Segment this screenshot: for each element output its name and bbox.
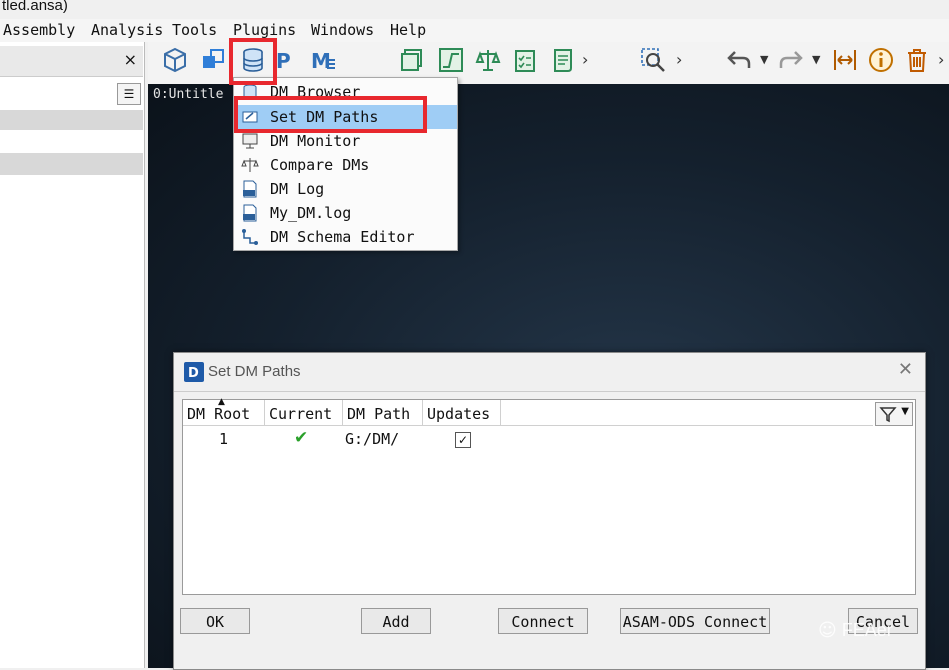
menu-item-dm-browser[interactable]: DM Browser	[234, 80, 457, 104]
dm-m-icon[interactable]: M	[308, 44, 338, 76]
windows-icon[interactable]	[198, 44, 228, 76]
schema-editor-icon	[242, 229, 258, 245]
menu-tools[interactable]: Tools	[172, 21, 217, 39]
menu-windows[interactable]: Windows	[311, 21, 374, 39]
svg-text:P: P	[276, 49, 291, 73]
database-icon[interactable]	[238, 44, 268, 76]
menu-item-label: DM Browser	[270, 83, 361, 101]
log-file-icon	[243, 204, 257, 222]
menu-help[interactable]: Help	[390, 21, 426, 39]
dm-p-icon[interactable]: P	[272, 44, 302, 76]
panel-options-icon[interactable]: ☰	[117, 83, 141, 105]
redo-icon[interactable]	[776, 44, 806, 76]
cell-dm-path: G:/DM/	[345, 430, 400, 448]
window-title: tled.ansa)	[2, 0, 68, 14]
updates-checkbox[interactable]: ✓	[455, 432, 471, 448]
stack-icon[interactable]	[398, 44, 428, 76]
model-label-text: 0:Untitle	[153, 87, 224, 102]
wechat-icon: ☺	[818, 620, 837, 641]
column-header-filler	[501, 400, 873, 426]
connect-button[interactable]: Connect	[498, 608, 588, 634]
menu-item-dm-monitor[interactable]: DM Monitor	[234, 129, 457, 153]
menu-assembly[interactable]: Assembly	[3, 21, 75, 39]
fit-width-icon[interactable]	[830, 44, 860, 76]
add-button[interactable]: Add	[361, 608, 431, 634]
scale-icon	[241, 158, 259, 172]
menu-item-label: My_DM.log	[270, 204, 352, 222]
scale-icon[interactable]	[473, 44, 503, 76]
menu-bar: Assembly Analysis Tools Plugins Windows …	[0, 19, 949, 42]
chevron-down-icon: ▼	[901, 406, 909, 417]
menu-item-my-dm-log[interactable]: My_DM.log	[234, 201, 457, 225]
left-panel-header: ×	[0, 46, 143, 77]
menu-item-label: DM Schema Editor	[270, 228, 415, 246]
clipboard-icon[interactable]	[510, 44, 540, 76]
monitor-icon	[242, 133, 258, 149]
zoom-select-icon[interactable]	[638, 44, 668, 76]
filter-icon	[879, 407, 897, 423]
check-icon: ✔	[294, 428, 309, 448]
close-icon[interactable]: ✕	[898, 359, 913, 380]
app-logo-icon: D	[184, 362, 204, 382]
undo-icon[interactable]	[724, 44, 754, 76]
cube-icon[interactable]	[160, 44, 190, 76]
menu-item-label: DM Log	[270, 180, 325, 198]
filter-button[interactable]: ▼	[875, 402, 913, 426]
trash-icon[interactable]	[902, 44, 932, 76]
column-header-current[interactable]: Current	[265, 400, 343, 426]
menu-item-label: Set DM Paths	[270, 108, 379, 126]
menu-item-dm-log[interactable]: DM Log	[234, 177, 457, 201]
info-icon[interactable]	[866, 44, 896, 76]
ok-button[interactable]: OK	[180, 608, 250, 634]
menu-item-label: Compare DMs	[270, 156, 370, 174]
left-panel	[0, 42, 145, 668]
cell-dm-root: 1	[219, 430, 229, 448]
log-file-icon	[243, 180, 257, 198]
dm-dropdown-menu: DM Browser Set DM Paths DM Monitor Compa…	[233, 77, 458, 251]
chevron-right-icon[interactable]: ›	[582, 50, 588, 69]
set-dm-paths-dialog: D Set DM Paths ✕ DM Root ▲ Current DM Pa…	[173, 352, 926, 670]
menu-item-set-dm-paths[interactable]: Set DM Paths	[234, 105, 457, 129]
svg-text:D: D	[188, 366, 199, 381]
curve-icon[interactable]	[436, 44, 466, 76]
asam-ods-connect-button[interactable]: ASAM-ODS Connect	[620, 608, 770, 634]
column-header-updates[interactable]: Updates	[423, 400, 501, 426]
menu-item-dm-schema-editor[interactable]: DM Schema Editor	[234, 225, 457, 249]
divider	[174, 391, 925, 392]
menu-analysis[interactable]: Analysis	[91, 21, 163, 39]
left-panel-row[interactable]	[0, 110, 143, 130]
column-header-dm-path[interactable]: DM Path	[343, 400, 423, 426]
close-icon[interactable]: ×	[124, 50, 137, 69]
chevron-right-icon[interactable]: ›	[938, 50, 944, 69]
watermark: ☺ FEAer	[818, 620, 893, 641]
database-icon	[243, 84, 257, 100]
set-paths-icon	[242, 111, 258, 123]
sort-arrow-icon: ▲	[218, 397, 225, 407]
menu-item-compare-dms[interactable]: Compare DMs	[234, 153, 457, 177]
dm-paths-table: DM Root ▲ Current DM Path Updates ▼ 1 ✔ …	[182, 397, 916, 595]
menu-item-label: DM Monitor	[270, 132, 361, 150]
chevron-right-icon[interactable]: ›	[676, 50, 682, 69]
dialog-title: Set DM Paths	[208, 363, 301, 380]
chevron-down-icon[interactable]: ▼	[760, 53, 768, 66]
chevron-down-icon[interactable]: ▼	[812, 53, 820, 66]
watermark-text: FEAer	[841, 620, 893, 640]
scroll-icon[interactable]	[548, 44, 578, 76]
menu-plugins[interactable]: Plugins	[233, 21, 296, 39]
left-panel-row[interactable]	[0, 153, 143, 175]
